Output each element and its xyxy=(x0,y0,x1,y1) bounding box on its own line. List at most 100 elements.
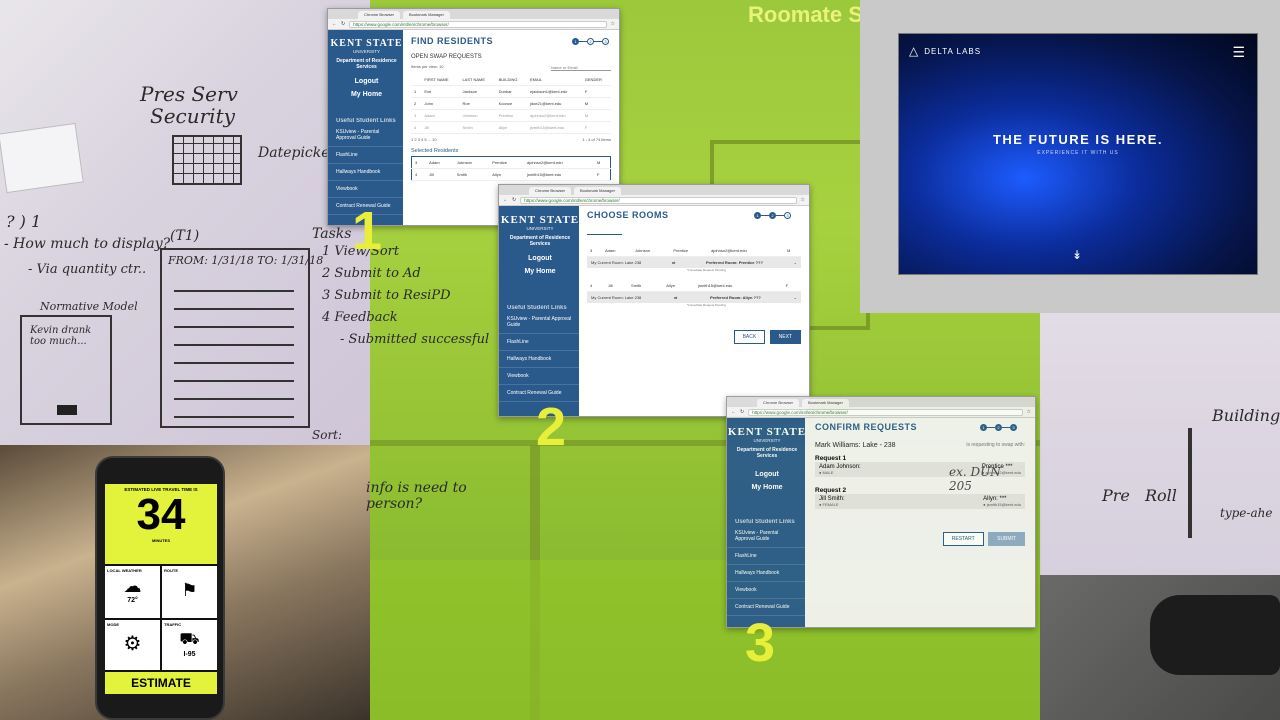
step-2: 2 xyxy=(587,38,594,45)
search-input[interactable] xyxy=(551,64,611,71)
sticky-note xyxy=(0,122,84,194)
step-1: 1 xyxy=(754,212,761,219)
pagination[interactable]: 1 2 3 4 5 ... 10 xyxy=(411,137,437,142)
scroll-down-icon[interactable]: ↡ xyxy=(1072,248,1082,262)
note-type-ahead: type-ahe xyxy=(1220,506,1273,520)
link-ksuview[interactable]: KSUview - Parental Approval Guide xyxy=(727,525,807,548)
back-icon[interactable]: ← xyxy=(731,409,736,415)
col-building[interactable]: BUILDING xyxy=(495,74,527,86)
tab-bookmark-manager[interactable]: Bookmark Manager xyxy=(403,11,450,19)
selected-table: 3 Adam Johnson Prentice ajohnso2@kent.edu M 4… xyxy=(411,156,611,181)
note-question: ? ) 1 xyxy=(6,212,42,231)
col-email[interactable]: EMAIL xyxy=(526,74,582,86)
note-how-much: - How much to display? xyxy=(4,236,171,252)
logout-link[interactable]: Logout xyxy=(727,471,807,478)
route-tile[interactable]: ROUTE ⚑ xyxy=(162,566,217,618)
back-icon[interactable]: ← xyxy=(503,197,508,203)
request-2-gender: FEMALE xyxy=(822,502,839,507)
table-row[interactable]: 3 Adam Johnson Prentice ajohnso2@kent.edu M xyxy=(411,109,611,122)
back-icon[interactable]: ← xyxy=(332,21,337,27)
links-title: Useful Student Links xyxy=(735,519,795,525)
reload-icon[interactable]: ↻ xyxy=(341,21,345,27)
link-hallways[interactable]: Hallways Handbook xyxy=(328,164,405,181)
preferred-room[interactable]: Allyn ??? xyxy=(743,295,761,300)
mode-label: MODE xyxy=(107,622,119,627)
step-number-3: 3 xyxy=(745,613,776,673)
link-viewbook[interactable]: Viewbook xyxy=(499,368,581,385)
address-bar[interactable]: https://www.google.com/intl/en/chrome/br… xyxy=(520,196,797,204)
table-row[interactable]: 4 Jill Smith Allyn jsmith15@kent.edu F xyxy=(411,168,611,181)
estimate-header: ESTIMATED LIVE TRAVEL TIME IS 34 MINUTES xyxy=(105,484,217,564)
mode-tile[interactable]: MODE ⚙ xyxy=(105,620,160,670)
step-1: 1 xyxy=(572,38,579,45)
hamburger-menu-icon[interactable]: ☰ xyxy=(1232,44,1245,61)
delta-brand[interactable]: DELTA LABS xyxy=(924,47,981,56)
link-flashline[interactable]: FlashLine xyxy=(727,548,807,565)
estimate-button[interactable]: ESTIMATE xyxy=(105,672,217,694)
link-flashline[interactable]: FlashLine xyxy=(328,147,405,164)
note-tasks: Tasks xyxy=(312,226,352,242)
requester: Mark Williams: Lake - 238 xyxy=(815,442,896,449)
link-ksuview[interactable]: KSUview - Parental Approval Guide xyxy=(328,124,405,147)
tab-chrome-browser[interactable]: Chrome Browser xyxy=(358,11,401,19)
kent-state-logo: KENT STATE xyxy=(500,214,580,226)
address-bar[interactable]: https://www.google.com/intl/en/chrome/br… xyxy=(349,20,607,28)
restart-button[interactable]: RESTART xyxy=(942,532,984,546)
table-row[interactable]: 2 John Roe Koonce jdoe21@kent.edu M xyxy=(411,97,611,110)
link-ksuview[interactable]: KSUview - Parental Approval Guide xyxy=(499,311,581,334)
table-row[interactable]: 3 Adam Johnson Prentice ajohnso2@kent.edu M xyxy=(587,245,801,257)
star-icon[interactable]: ☆ xyxy=(611,21,615,27)
current-room-label: My Current Room: xyxy=(591,260,624,265)
link-hallways[interactable]: Hallways Handbook xyxy=(499,351,581,368)
table-row[interactable]: 3 Adam Johnson Prentice ajohnso2@kent.edu M xyxy=(411,156,611,169)
note-security: Security xyxy=(150,104,235,128)
link-hallways[interactable]: Hallways Handbook xyxy=(727,565,807,582)
reload-icon[interactable]: ↻ xyxy=(512,197,516,203)
weather-tile[interactable]: LOCAL WEATHER ☁ 72° xyxy=(105,566,160,618)
note-submitted: - Submitted successful xyxy=(340,332,490,347)
back-button[interactable]: BACK xyxy=(733,330,766,344)
table-row[interactable]: 4 Jill Smith Allyn jsmith15@kent.edu F xyxy=(411,121,611,134)
request-1-gender: MALE xyxy=(822,470,834,475)
tab-bookmark-manager[interactable]: Bookmark Manager xyxy=(802,399,849,407)
current-room: Lake 238 xyxy=(624,295,642,300)
tab-chrome-browser[interactable]: Chrome Browser xyxy=(757,399,800,407)
table-row[interactable]: 4 Jill Smith Allyn jsmith15@kent.edu F xyxy=(587,280,801,292)
star-icon[interactable]: ☆ xyxy=(801,197,805,203)
sidebar: KENT STATE UNIVERSITY Department of Resi… xyxy=(499,206,581,416)
link-flashline[interactable]: FlashLine xyxy=(499,334,581,351)
my-home-link[interactable]: My Home xyxy=(499,268,581,275)
address-bar[interactable]: https://www.google.com/intl/en/chrome/br… xyxy=(748,408,1023,416)
note-task3: 3 Submit to ResiPD xyxy=(322,288,451,303)
link-viewbook[interactable]: Viewbook xyxy=(727,582,807,599)
delta-triangle-icon: △ xyxy=(909,44,919,58)
whiteboard-sketch: Pres Serv Security Datepicker ? ) 1 - Ho… xyxy=(0,0,489,445)
submit-button[interactable]: SUBMIT xyxy=(988,532,1025,546)
my-home-link[interactable]: My Home xyxy=(727,484,807,491)
reload-icon[interactable]: ↻ xyxy=(740,409,744,415)
table-row[interactable]: 1 Eve Jackson Dunbar ejackson1@kent.edu F xyxy=(411,85,611,98)
chevron-down-icon[interactable]: ⌄ xyxy=(794,295,797,300)
next-button[interactable]: NEXT xyxy=(769,330,801,344)
residents-table: FIRST NAME LAST NAME BUILDING EMAIL GEND… xyxy=(411,74,611,134)
browser-toolbar: ← ↻ https://www.google.com/intl/en/chrom… xyxy=(499,195,809,206)
tab-bookmark-manager[interactable]: Bookmark Manager xyxy=(574,187,621,195)
link-viewbook[interactable]: Viewbook xyxy=(328,181,405,198)
col-gender[interactable]: GENDER xyxy=(581,74,611,86)
col-first[interactable]: FIRST NAME xyxy=(421,74,460,86)
current-room-label: My Current Room: xyxy=(591,295,624,300)
my-home-link[interactable]: My Home xyxy=(328,91,405,98)
list-sketch xyxy=(174,280,294,420)
sidebar: KENT STATE UNIVERSITY Department of Resi… xyxy=(727,418,807,627)
star-icon[interactable]: ☆ xyxy=(1027,409,1031,415)
col-last[interactable]: LAST NAME xyxy=(459,74,496,86)
preferred-room[interactable]: Prentice ??? xyxy=(739,260,763,265)
logout-link[interactable]: Logout xyxy=(328,78,405,85)
traffic-tile[interactable]: TRAFFIC ⛟ I-95 xyxy=(162,620,217,670)
logout-link[interactable]: Logout xyxy=(499,255,581,262)
tab-chrome-browser[interactable]: Chrome Browser xyxy=(529,187,572,195)
swap-icon: ⇄ xyxy=(671,260,676,265)
mockup-sketch: FROM: 1/31/18 TO: 1/31/18 xyxy=(160,248,323,428)
chevron-down-icon[interactable]: ⌄ xyxy=(794,260,797,265)
items-per-page[interactable]: Items per view: 10 xyxy=(411,64,443,71)
